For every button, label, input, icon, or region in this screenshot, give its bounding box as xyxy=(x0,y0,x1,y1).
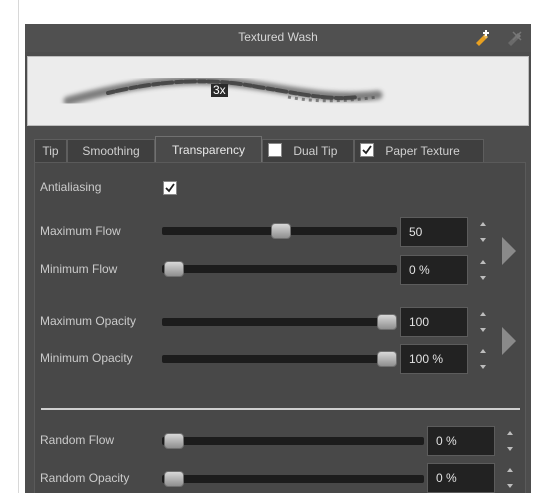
flow-expand-arrow-icon[interactable] xyxy=(501,236,517,266)
random-flow-spinner[interactable] xyxy=(505,426,515,456)
tab-smoothing[interactable]: Smoothing xyxy=(67,139,155,162)
transparency-tab-content: Antialiasing Maximum Flow 50 Minimum Flo… xyxy=(34,162,526,493)
max-flow-value[interactable]: 50 xyxy=(400,217,468,247)
dual-tip-checkbox[interactable] xyxy=(268,143,282,157)
random-opacity-handle[interactable] xyxy=(164,471,184,487)
tab-transparency[interactable]: Transparency xyxy=(155,136,262,163)
max-flow-spinner[interactable] xyxy=(478,217,488,247)
min-opacity-value[interactable]: 100 % xyxy=(400,344,468,374)
opacity-expand-arrow-icon[interactable] xyxy=(501,326,517,356)
tab-paper-texture-label: Paper Texture xyxy=(385,144,460,158)
min-flow-label: Minimum Flow xyxy=(40,262,118,276)
delete-preset-icon[interactable] xyxy=(505,28,525,48)
min-flow-spinner[interactable] xyxy=(478,255,488,285)
check-icon xyxy=(165,183,175,193)
preview-zoom-badge: 3x xyxy=(211,83,228,97)
preset-title: Textured Wash xyxy=(238,30,318,44)
tab-tip-label: Tip xyxy=(42,144,59,158)
min-opacity-slider[interactable] xyxy=(162,355,397,363)
max-opacity-handle[interactable] xyxy=(377,314,397,330)
max-opacity-slider[interactable] xyxy=(162,318,397,326)
random-opacity-spinner[interactable] xyxy=(505,463,515,493)
max-opacity-label: Maximum Opacity xyxy=(40,314,137,328)
random-flow-value[interactable]: 0 % xyxy=(427,426,495,456)
section-divider xyxy=(41,408,520,410)
random-opacity-label: Random Opacity xyxy=(40,471,130,485)
random-opacity-slider[interactable] xyxy=(162,475,424,483)
max-opacity-value[interactable]: 100 xyxy=(400,307,468,337)
max-opacity-spinner[interactable] xyxy=(478,307,488,337)
max-flow-label: Maximum Flow xyxy=(40,224,121,238)
tab-dual-tip-label: Dual Tip xyxy=(293,144,338,158)
brush-properties-panel: Textured Wash 3x Tip Smoothing Transpare… xyxy=(25,24,531,493)
tab-dual-tip[interactable]: Dual Tip xyxy=(262,139,354,162)
min-flow-value[interactable]: 0 % xyxy=(400,255,468,285)
max-flow-handle[interactable] xyxy=(270,223,291,239)
antialiasing-label: Antialiasing xyxy=(40,180,102,194)
tab-tip[interactable]: Tip xyxy=(34,139,67,162)
random-flow-slider[interactable] xyxy=(162,437,424,445)
add-preset-icon[interactable] xyxy=(473,28,493,48)
title-bar: Textured Wash xyxy=(25,24,531,52)
check-icon xyxy=(362,145,372,155)
min-flow-handle[interactable] xyxy=(164,261,184,277)
random-flow-label: Random Flow xyxy=(40,433,115,447)
random-flow-handle[interactable] xyxy=(164,433,184,449)
tab-smoothing-label: Smoothing xyxy=(82,144,140,158)
tab-paper-texture[interactable]: Paper Texture xyxy=(354,139,484,162)
antialiasing-checkbox[interactable] xyxy=(163,181,177,195)
tab-bar: Tip Smoothing Transparency Dual Tip Pape… xyxy=(34,136,529,163)
tab-transparency-label: Transparency xyxy=(172,143,245,157)
brush-stroke-preview xyxy=(63,75,383,106)
min-opacity-handle[interactable] xyxy=(377,351,397,367)
paper-texture-checkbox[interactable] xyxy=(360,143,374,157)
min-opacity-spinner[interactable] xyxy=(478,344,488,374)
stroke-preview: 3x xyxy=(27,56,529,126)
random-opacity-value[interactable]: 0 % xyxy=(427,463,495,493)
min-opacity-label: Minimum Opacity xyxy=(40,351,133,365)
min-flow-slider[interactable] xyxy=(162,265,397,273)
